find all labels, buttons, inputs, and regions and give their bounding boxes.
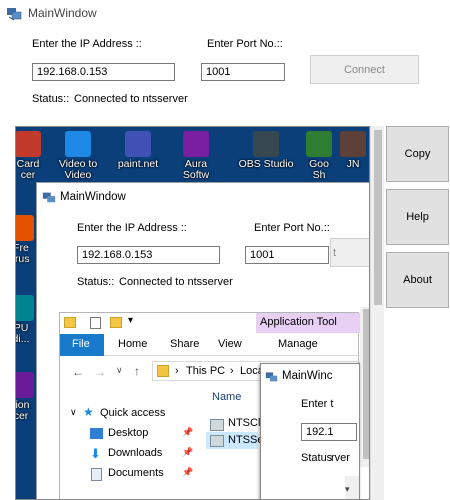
jn-icon — [340, 131, 366, 157]
card-app-icon — [16, 131, 41, 157]
ip-address-label: Enter the IP Address :: — [32, 38, 142, 50]
goo-icon — [306, 131, 332, 157]
app-icon — [7, 8, 22, 21]
name-column-header: Name — [212, 391, 242, 403]
pin-icon-3: 📌 — [182, 467, 194, 477]
title-bar: MainWindow — [0, 0, 450, 27]
window-title: MainWindow — [28, 6, 97, 20]
tab-file: File — [60, 334, 104, 356]
desktop-icon-paintnet: paint.net — [116, 131, 160, 170]
nav-downloads: Downloads — [108, 447, 163, 459]
ip-address-input[interactable]: 192.168.0.153 — [32, 63, 175, 81]
desktop-icon-aura: Aura Softw — [176, 131, 216, 181]
tab-view: View — [218, 338, 242, 350]
desktop-icon-goo: Goo Sh — [304, 131, 334, 181]
desktop-icon-jn: JN — [338, 131, 368, 170]
nav-desktop: Desktop — [108, 427, 149, 439]
documents-icon — [91, 468, 102, 481]
desktop-icon-left-2: PUdi... — [16, 295, 38, 345]
path-this-pc: This PC — [186, 365, 226, 377]
address-folder-icon — [157, 365, 169, 377]
quick-access-label: Quick access — [100, 407, 166, 419]
obs-icon — [253, 131, 279, 157]
path-separator-icon: › — [175, 365, 179, 377]
pin-icon-2: 📌 — [182, 447, 194, 457]
desktop-icon-left-3: tioncer — [16, 372, 38, 422]
port-label: Enter Port No.:: — [207, 38, 283, 50]
scrollbar-thumb[interactable] — [374, 130, 382, 305]
screenshot-preview: Card cer Video to Video paint.net Aura Soft… — [15, 126, 370, 500]
star-icon: ★ — [83, 405, 94, 419]
inner-port-input: 1001 — [245, 246, 329, 264]
ribbon-tabs: File Home Share View Manage — [60, 334, 360, 356]
status-value: Connected to ntsserver — [74, 93, 188, 105]
desktop-folder-icon — [90, 428, 103, 439]
tab-manage: Manage — [278, 338, 318, 350]
inner-connect-button: t — [330, 238, 369, 267]
inner-app-icon — [42, 192, 56, 203]
nav-documents: Documents — [108, 467, 164, 479]
inner-port-label: Enter Port No.:: — [254, 222, 330, 234]
inner-scrollbar — [360, 307, 369, 467]
inner-status-value: Connected to ntsserver — [119, 276, 233, 288]
left-icon-2 — [16, 295, 34, 321]
back-arrow-icon: ← — [72, 365, 84, 379]
left-icon-3 — [16, 372, 34, 398]
app-tools-header: Application Tool — [256, 313, 360, 333]
nested-ip-label: Enter t — [301, 398, 334, 410]
tab-share: Share — [170, 338, 200, 350]
downloads-arrow-icon: ⬇ — [90, 446, 101, 461]
left-icon-1 — [16, 215, 34, 241]
inner-ip-input: 192.168.0.153 — [77, 246, 220, 264]
desktop-icon-card: Card cer — [16, 131, 48, 181]
connect-button[interactable]: Connect — [310, 55, 419, 84]
desktop-icon-obs: OBS Studio — [238, 131, 294, 170]
desktop-icon-video: Video to Video — [56, 131, 100, 181]
copy-button[interactable]: Copy — [386, 126, 449, 182]
expand-chevron-icon: ∨ — [70, 407, 77, 417]
desktop-icon-left-1: Freirus — [16, 215, 38, 265]
inner-window-title: MainWindow — [60, 191, 126, 203]
inner-status-label: Status:: — [77, 276, 115, 288]
tab-home: Home — [118, 338, 148, 350]
nested-app-icon — [265, 372, 278, 382]
nested-ip-input: 192.1 — [301, 423, 357, 441]
status-label: Status:: — [32, 93, 70, 105]
nested-status-label: Status — [301, 452, 333, 464]
nested-status-value: rver — [331, 452, 350, 464]
forward-arrow-icon: → — [94, 365, 106, 379]
help-button[interactable]: Help — [386, 189, 449, 245]
exe-file-icon-2 — [210, 435, 224, 447]
pin-icon: 📌 — [182, 427, 194, 437]
scroll-down-icon: ▾ — [345, 484, 350, 494]
preview-scrollbar[interactable] — [370, 126, 384, 500]
video-app-icon — [65, 131, 91, 157]
aura-icon — [183, 131, 209, 157]
exe-file-icon — [210, 419, 224, 431]
paintnet-icon — [125, 131, 151, 157]
path-separator-icon-2: › — [230, 365, 234, 377]
folder-icon — [64, 317, 76, 328]
port-input[interactable]: 1001 — [201, 63, 285, 81]
properties-icon — [90, 317, 101, 329]
up-arrow-icon: ↑ — [134, 364, 140, 378]
inner-ip-label: Enter the IP Address :: — [77, 222, 187, 234]
new-folder-icon — [110, 317, 122, 328]
nested-window-title: MainWinc — [282, 370, 333, 382]
nested-main-window: MainWinc Enter t 192.1 Status rver — [260, 363, 360, 499]
about-button[interactable]: About — [386, 252, 449, 308]
inner-scrollbar-thumb — [363, 309, 369, 459]
recent-dropdown-icon: ∨ — [116, 365, 123, 375]
dropdown-icon: ▾ — [128, 315, 134, 326]
file-ntscli: NTSCli — [228, 417, 263, 429]
